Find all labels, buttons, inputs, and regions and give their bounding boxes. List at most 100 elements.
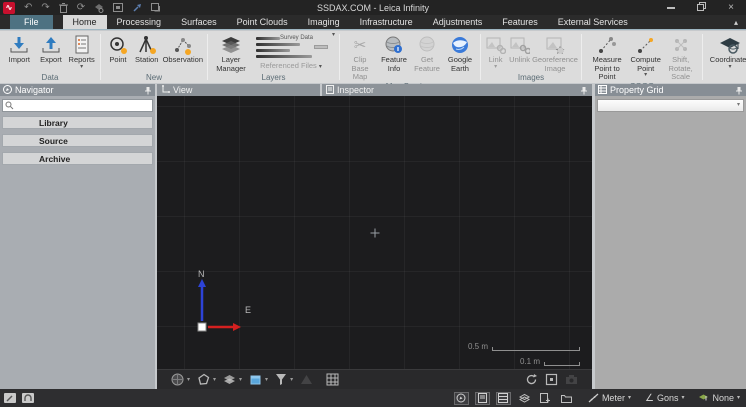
snap-mode-button[interactable]: ▾ [171,373,190,386]
grid-toggle-button[interactable] [326,373,339,386]
axis-indicator: N E [191,269,253,343]
reports-button[interactable]: Reports ▾ [67,33,96,70]
clip-base-map-button[interactable]: ✂ Clip Base Map [344,33,376,82]
shift-rotate-scale-button[interactable]: Shift, Rotate, Scale [663,33,698,82]
folder-icon [561,394,572,403]
layer-opacity-slider[interactable] [314,45,328,49]
magnet-icon [24,394,32,402]
dropdown-caret-icon: ▾ [628,396,631,401]
tab-view[interactable]: View [157,84,320,96]
toggle-navigator-button[interactable] [454,392,469,405]
unlink-image-button[interactable]: Unlink [508,33,531,65]
refresh-view-button[interactable] [525,373,538,386]
ribbon-group-layers: Layer Manager Survey Data Referenced Fil… [208,31,339,83]
status-bar: Meter ▾ ∠ Gons ▾ None ▾ [0,389,746,407]
pin-launch-icon[interactable] [132,2,142,14]
group-label-layers: Layers [208,73,339,83]
navigator-section-source[interactable]: Source [2,134,153,147]
layer-manager-button[interactable]: Layer Manager [212,33,250,73]
import-button[interactable]: Import [4,33,35,65]
toggle-inspector-button[interactable] [475,392,490,405]
georeference-image-button[interactable]: Georeference Image [533,33,577,73]
ribbon-collapse-icon[interactable]: ▴ [734,15,746,29]
project-folder-button[interactable] [559,392,574,405]
ribbon-group-map-services: ✂ Clip Base Map Feature Info Get Feature [340,31,480,83]
navigator-section-archive[interactable]: Archive [2,152,153,165]
snapshot-button[interactable] [565,374,578,385]
tab-imaging[interactable]: Imaging [298,15,350,29]
search-icon [5,101,14,110]
new-point-button[interactable]: Point [105,33,131,65]
restore-icon[interactable] [697,2,706,14]
scalebar-minor: 0.1 m [520,358,580,366]
undo-icon[interactable]: ↶ [24,2,32,14]
measure-point-to-point-button[interactable]: Measure Point to Point [586,33,628,82]
redo-icon[interactable]: ↷ [41,2,49,14]
google-earth-icon [450,34,470,56]
tab-processing[interactable]: Processing [107,15,172,29]
pin-icon[interactable] [580,86,588,95]
navigator-search-input[interactable] [2,99,153,112]
feature-info-button[interactable]: Feature Info [378,33,410,73]
tab-external-services[interactable]: External Services [548,15,638,29]
ribbon-group-cogo: Measure Point to Point Compute Point ▾ S… [582,31,702,83]
filter-button[interactable]: ▾ [275,373,293,386]
navigator-icon [456,393,466,403]
toggle-property-grid-button[interactable] [496,392,511,405]
archive-box-icon[interactable] [113,2,123,14]
property-grid-title: Property Grid [610,85,732,95]
new-station-button[interactable]: Station [133,33,161,65]
map-view-canvas[interactable]: N E 0.5 m 0.1 m [157,96,592,369]
new-observation-button[interactable]: Observation [163,33,203,65]
minimize-icon[interactable] [667,7,675,9]
app-logo-icon[interactable]: ∿ [3,2,15,14]
coordinates-button[interactable]: Coordinates ▾ [707,33,746,70]
report-page-icon [540,393,550,403]
navigator-section-library[interactable]: Library [2,116,153,129]
select-tool-button[interactable]: ▾ [197,373,216,386]
coordinate-system-dropdown[interactable]: None ▾ [698,393,740,403]
distance-unit-dropdown[interactable]: Meter ▾ [588,393,631,403]
surface-display-button[interactable] [300,374,313,385]
google-earth-button[interactable]: Google Earth [444,33,476,73]
workspace: Navigator Library Source Archive [0,84,746,389]
tab-home[interactable]: Home [63,15,107,29]
tab-infrastructure[interactable]: Infrastructure [350,15,423,29]
export-button[interactable]: Export [37,33,66,65]
tab-features[interactable]: Features [492,15,548,29]
dropdown-caret-icon: ▾ [80,65,83,70]
angle-unit-dropdown[interactable]: ∠ Gons ▾ [645,393,685,404]
dropdown-caret-icon: ▾ [290,376,293,383]
toggle-layers-button[interactable] [517,392,532,405]
get-feature-button[interactable]: Get Feature [412,33,442,73]
layers-visibility-button[interactable]: ▾ [223,373,242,386]
inspector-icon [478,393,487,403]
import-icon [9,34,29,56]
close-icon[interactable]: × [728,3,734,13]
zoom-extents-button[interactable] [545,373,558,386]
pin-icon[interactable] [735,86,743,95]
status-snap-button[interactable] [22,393,34,403]
tab-adjustments[interactable]: Adjustments [423,15,493,29]
status-edit-button[interactable] [4,393,16,403]
link-image-button[interactable]: Link ▾ [485,33,506,70]
measure-point-to-point-icon [597,34,617,56]
delete-icon[interactable] [59,2,68,14]
referenced-files-button[interactable]: Survey Data Referenced Files ▾ [252,33,330,70]
tab-inspector[interactable]: Inspector [322,84,592,96]
tab-file[interactable]: File [10,15,53,29]
tab-point-clouds[interactable]: Point Clouds [227,15,298,29]
pin-icon[interactable] [144,86,152,95]
reports-icon [73,34,91,56]
layers-more-caret-icon[interactable]: ▾ [332,33,335,38]
property-selector-dropdown[interactable]: ▾ [597,99,744,112]
sync-icon[interactable]: ⟳ [77,2,85,14]
base-map-button[interactable]: ▾ [249,373,268,386]
new-window-icon[interactable] [151,2,161,14]
dropdown-caret-icon: ▾ [319,64,322,70]
compute-point-button[interactable]: Compute Point ▾ [630,33,661,78]
tab-surfaces[interactable]: Surfaces [171,15,227,29]
stamp-icon[interactable] [94,2,104,14]
toggle-reports-button[interactable] [538,392,553,405]
ribbon-tab-row: File Home Processing Surfaces Point Clou… [0,15,746,30]
